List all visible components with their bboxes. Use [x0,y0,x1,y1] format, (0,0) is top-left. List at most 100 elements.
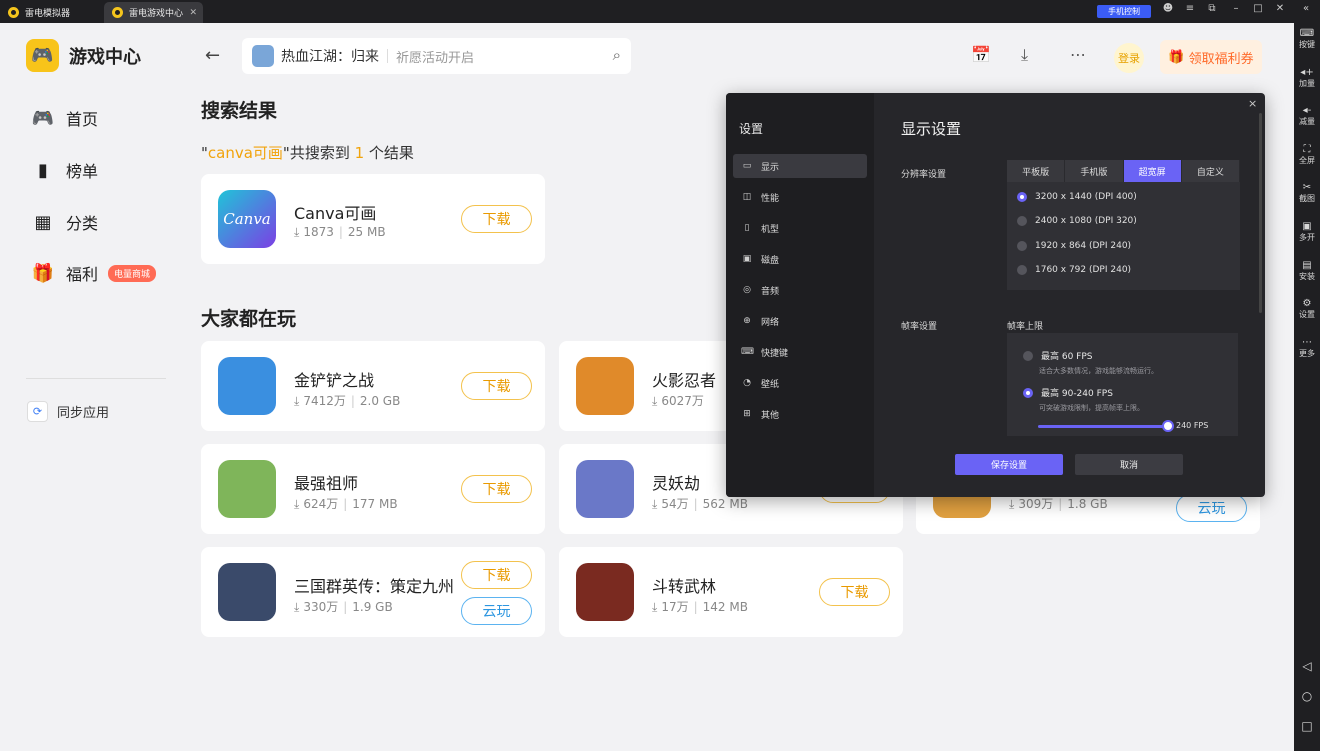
toolbar-multi-open-button[interactable]: ▣ 多开 [1294,221,1320,243]
resolution-option[interactable]: 1760 x 792 (DPI 240) [1017,264,1131,275]
game-meta: ⤓ 330万 | 1.9 GB [294,598,393,615]
sync-apps-button[interactable]: ⟳ 同步应用 [27,401,109,422]
android-back-icon[interactable]: ◁ [1294,659,1320,673]
user-icon[interactable]: ☻ [1160,3,1176,14]
settings-menu-audio[interactable]: ◎ 音频 [733,278,867,302]
sidebar-item-ranking[interactable]: ▮ 榜单 [32,158,98,182]
close-icon[interactable]: ✕ [1272,3,1288,14]
settings-menu-shortcut[interactable]: ⌨ 快捷键 [733,340,867,364]
resolution-tabs: 平板版 手机版 超宽屏 自定义 [1007,160,1240,182]
network-icon: ⊕ [743,316,751,326]
file-size: 177 MB [352,497,398,511]
toolbar-more-button[interactable]: ⋯ 更多 [1294,337,1320,359]
fps-slider-track[interactable] [1038,425,1169,428]
toolbar-install-button[interactable]: ▤ 安装 [1294,260,1320,282]
settings-menu-device[interactable]: ▯ 机型 [733,216,867,240]
fps-option-desc: 适合大多数情况，游戏能够流畅运行。 [1039,367,1158,375]
game-name: 三国群英传：策定九州 [294,577,454,596]
dialog-close-icon[interactable]: × [1248,97,1257,110]
resolution-option[interactable]: 3200 x 1440 (DPI 400) [1017,192,1137,202]
save-settings-button[interactable]: 保存设置 [955,454,1063,475]
result-card[interactable]: Canva Canva可画 ⤓ 1873 | 25 MB 下载 [201,174,545,264]
tab-close-icon[interactable]: ✕ [189,8,197,18]
resolution-option[interactable]: 1920 x 864 (DPI 240) [1017,240,1132,251]
toolbar-settings-button[interactable]: ⚙ 设置 [1294,298,1320,320]
shortcut-icon: ⌨ [741,347,754,357]
settings-menu-wallpaper[interactable]: ◔ 壁纸 [733,371,867,395]
tab-label: 雷电游戏中心 [129,9,184,19]
cancel-button[interactable]: 取消 [1075,454,1183,475]
fps-options: 最高 60 FPS 适合大多数情况，游戏能够流畅运行。 最高 90-240 FP… [1007,333,1238,436]
sidebar-item-category[interactable]: ▦ 分类 [32,210,98,234]
download-button[interactable]: 下载 [461,205,532,233]
settings-menu-display[interactable]: ▭ 显示 [733,154,867,178]
radio-resolution[interactable] [1017,192,1027,202]
download-button[interactable]: 下载 [819,578,890,606]
tab-game-center[interactable]: 雷电游戏中心 ✕ [104,2,203,23]
collapse-icon[interactable]: « [1298,3,1314,14]
radio-fps-1[interactable] [1023,387,1033,398]
fps-option-desc: 可突破游戏限制，提高帧率上限。 [1039,404,1144,412]
minimize-icon[interactable]: – [1228,3,1244,14]
phone-control-button[interactable]: 手机控制 [1097,5,1151,18]
download-button[interactable]: 下载 [461,372,532,400]
resolution-option-label: 1920 x 864 (DPI 240) [1035,240,1132,251]
maximize-icon[interactable]: □ [1250,3,1266,14]
sidebar-item-welfare[interactable]: 🎁 福利 电量商城 [32,261,157,285]
radio-resolution[interactable] [1017,264,1027,275]
search-bar[interactable]: 热血江湖：归来 祈愿活动开启 ⌕ [242,38,631,74]
sidebar-item-label: 首页 [66,110,99,129]
coupon-button[interactable]: 🎁 领取福利券 [1160,40,1262,74]
fps-slider-handle[interactable] [1162,420,1174,432]
sidebar-item-label: 福利 [66,265,99,284]
back-arrow-icon[interactable]: ← [205,45,220,66]
cloud-play-button[interactable]: 云玩 [461,597,532,625]
divider: | [1058,497,1063,511]
toolbar-keyboard-button[interactable]: ⌨ 按键 [1294,28,1320,50]
restore-icon[interactable]: ⧉ [1204,3,1220,14]
toolbar-screenshot-button[interactable]: ✂ 截图 [1294,182,1320,204]
fps-option-60[interactable]: 最高 60 FPS [1023,349,1093,362]
sidebar-divider [26,378,166,379]
toolbar-fullscreen-button[interactable]: ⛶ 全屏 [1294,144,1320,166]
count: 1 [354,144,365,162]
calendar-icon[interactable]: 📅 [971,45,991,64]
resolution-tab[interactable]: 超宽屏 [1123,160,1182,182]
settings-sidebar: 设置 ▭ 显示 ◫ 性能 ▯ 机型 ▣ 磁盘 ◎ 音频 ⊕ 网络 ⌨ 快捷键 ◔ 壁纸 ⊞ 其他 [726,93,874,497]
settings-menu-other[interactable]: ⊞ 其他 [733,402,867,426]
login-button[interactable]: 登录 [1114,43,1144,73]
tab-emulator[interactable]: 雷电模拟器 [0,2,102,23]
fps-slider-value: 240 FPS [1176,421,1209,430]
download-count-icon: ⤓ [652,600,658,614]
radio-fps-0[interactable] [1023,350,1033,361]
toolbar-volume-down-button[interactable]: ◂- 减量 [1294,105,1320,127]
settings-menu-disk[interactable]: ▣ 磁盘 [733,247,867,271]
more-icon[interactable]: ⋯ [1070,45,1086,64]
radio-resolution[interactable] [1017,240,1027,251]
game-card[interactable]: 最强祖师 ⤓ 624万 | 177 MB 下载 [201,444,545,534]
game-card[interactable]: 三国群英传：策定九州 ⤓ 330万 | 1.9 GB 下载 云玩 [201,547,545,637]
cloud-play-button[interactable]: 云玩 [1176,494,1247,522]
download-button[interactable]: 下载 [461,561,532,589]
resolution-tab[interactable]: 平板版 [1007,160,1066,182]
search-icon[interactable]: ⌕ [613,46,621,64]
disk-icon: ▣ [742,254,752,264]
download-icon[interactable]: ⤓ [1021,45,1028,65]
resolution-option-label: 2400 x 1080 (DPI 320) [1035,216,1137,227]
dialog-scrollbar[interactable] [1259,113,1262,313]
sidebar-item-home[interactable]: 🎮 首页 [32,106,98,130]
resolution-tab[interactable]: 自定义 [1181,160,1240,182]
radio-resolution[interactable] [1017,216,1027,227]
android-home-icon[interactable]: ○ [1294,689,1320,703]
menu-icon[interactable]: ≡ [1182,3,1198,14]
settings-menu-performance[interactable]: ◫ 性能 [733,185,867,209]
android-recent-icon[interactable]: □ [1294,719,1320,733]
game-card[interactable]: 金铲铲之战 ⤓ 7412万 | 2.0 GB 下载 [201,341,545,431]
game-card[interactable]: 斗转武林 ⤓ 17万 | 142 MB 下载 [559,547,903,637]
fps-option-240[interactable]: 最高 90-240 FPS [1023,386,1113,399]
resolution-option[interactable]: 2400 x 1080 (DPI 320) [1017,216,1137,227]
settings-menu-network[interactable]: ⊕ 网络 [733,309,867,333]
toolbar-volume-up-button[interactable]: ◂+ 加量 [1294,67,1320,89]
download-button[interactable]: 下载 [461,475,532,503]
resolution-tab[interactable]: 手机版 [1065,160,1124,182]
